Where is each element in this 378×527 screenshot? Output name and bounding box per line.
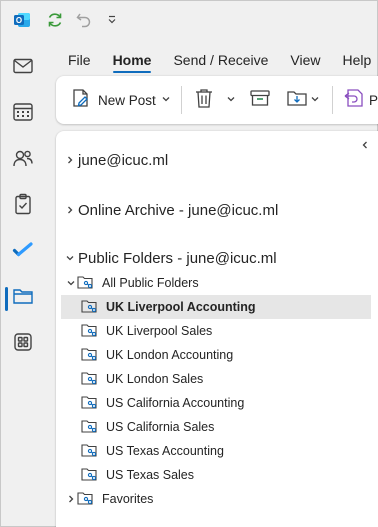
tasks-icon xyxy=(13,193,33,220)
new-post-dropdown[interactable] xyxy=(161,88,171,112)
rail-todo[interactable] xyxy=(1,229,45,275)
ribbon-separator xyxy=(181,86,182,114)
folder-favorites[interactable]: Favorites xyxy=(61,487,371,511)
folder-pane: june@icuc.ml Online Archive - june@icuc.… xyxy=(56,131,378,527)
menu-tabs: File Home Send / Receive View Help xyxy=(57,47,378,73)
account-label: Online Archive - june@icuc.ml xyxy=(78,201,279,219)
public-folder-item[interactable]: UK Liverpool Sales xyxy=(61,319,371,343)
tab-home[interactable]: Home xyxy=(102,47,163,73)
chevron-down-icon xyxy=(226,91,236,109)
tab-help[interactable]: Help xyxy=(332,47,378,73)
public-folder-icon xyxy=(81,299,99,315)
delete-icon xyxy=(194,87,214,114)
tab-view[interactable]: View xyxy=(279,47,331,73)
apps-icon xyxy=(13,332,33,357)
chevron-down-icon xyxy=(310,91,320,109)
archive-button[interactable] xyxy=(249,88,271,112)
ribbon-toolbar: New Post P xyxy=(56,76,378,124)
people-icon xyxy=(12,148,34,173)
rail-apps[interactable] xyxy=(1,321,45,367)
account-online-archive[interactable]: Online Archive - june@icuc.ml xyxy=(64,197,278,223)
public-folder-item[interactable]: US California Sales xyxy=(61,415,371,439)
tab-file[interactable]: File xyxy=(57,47,102,73)
folder-label: Favorites xyxy=(102,492,154,506)
tab-send-receive[interactable]: Send / Receive xyxy=(162,47,279,73)
post-reply-label: P xyxy=(369,92,378,108)
folder-label: US Texas Sales xyxy=(106,468,195,482)
ribbon-separator xyxy=(332,86,333,114)
collapse-pane-button[interactable] xyxy=(356,137,374,155)
new-post-button[interactable]: New Post xyxy=(70,88,156,112)
rail-tasks[interactable] xyxy=(1,183,45,229)
post-reply-icon xyxy=(343,87,365,114)
public-folder-icon xyxy=(81,443,99,459)
move-button[interactable] xyxy=(286,88,320,112)
folder-label: UK Liverpool Sales xyxy=(106,324,213,338)
chevron-down-icon xyxy=(64,252,76,264)
undo-icon[interactable] xyxy=(73,9,95,31)
rail-people[interactable] xyxy=(1,137,45,183)
public-folder-icon xyxy=(81,419,99,435)
account-label: Public Folders - june@icuc.ml xyxy=(78,249,277,267)
todo-icon xyxy=(12,241,34,264)
sync-icon[interactable] xyxy=(44,9,66,31)
chevron-left-icon xyxy=(360,137,370,155)
chevron-right-icon xyxy=(64,154,76,166)
mail-icon xyxy=(12,57,34,80)
chevron-right-icon xyxy=(64,204,76,216)
account-label: june@icuc.ml xyxy=(78,151,169,169)
new-post-icon xyxy=(70,87,92,114)
move-to-folder-icon xyxy=(286,88,308,113)
rail-mail[interactable] xyxy=(1,45,45,91)
folder-all-public-folders[interactable]: All Public Folders xyxy=(61,271,371,295)
chevron-right-icon xyxy=(65,493,77,505)
chevron-down-icon xyxy=(65,277,77,289)
folder-label: All Public Folders xyxy=(102,276,199,290)
folder-label: UK London Accounting xyxy=(106,348,234,362)
outlook-logo-icon: O xyxy=(11,9,33,31)
folder-label: UK London Sales xyxy=(106,372,204,386)
account-public-folders[interactable]: Public Folders - june@icuc.ml xyxy=(64,245,277,271)
post-reply-button[interactable]: P xyxy=(343,88,378,112)
account-june[interactable]: june@icuc.ml xyxy=(64,147,168,173)
folder-label: UK Liverpool Accounting xyxy=(106,300,256,314)
public-folder-icon xyxy=(81,323,99,339)
calendar-icon xyxy=(12,102,34,127)
delete-button[interactable] xyxy=(194,88,214,112)
customize-quick-access-icon[interactable] xyxy=(101,9,123,31)
archive-icon xyxy=(249,88,271,113)
public-folder-icon xyxy=(81,467,99,483)
chevron-down-icon xyxy=(161,91,171,109)
public-folder-icon xyxy=(81,347,99,363)
public-folder-item[interactable]: US Texas Sales xyxy=(61,463,371,487)
folder-label: US California Sales xyxy=(106,420,215,434)
navigation-rail xyxy=(1,39,45,527)
public-folder-icon xyxy=(77,491,95,507)
public-folder-item[interactable]: UK London Sales xyxy=(61,367,371,391)
public-folder-item[interactable]: US California Accounting xyxy=(61,391,371,415)
rail-folders[interactable] xyxy=(1,275,45,321)
rail-calendar[interactable] xyxy=(1,91,45,137)
folders-icon xyxy=(12,286,34,311)
public-folder-item[interactable]: UK Liverpool Accounting xyxy=(61,295,371,319)
public-folder-item[interactable]: UK London Accounting xyxy=(61,343,371,367)
svg-text:O: O xyxy=(16,16,22,25)
outlook-window: O File Home Send / Receive View Help New… xyxy=(0,0,378,527)
public-folder-icon xyxy=(77,275,95,291)
public-folder-icon xyxy=(81,371,99,387)
public-folder-item[interactable]: US Texas Accounting xyxy=(61,439,371,463)
folder-label: US California Accounting xyxy=(106,396,245,410)
delete-dropdown[interactable] xyxy=(226,88,236,112)
title-bar: O xyxy=(1,1,378,39)
public-folder-icon xyxy=(81,395,99,411)
folder-label: US Texas Accounting xyxy=(106,444,224,458)
new-post-label: New Post xyxy=(98,92,156,108)
